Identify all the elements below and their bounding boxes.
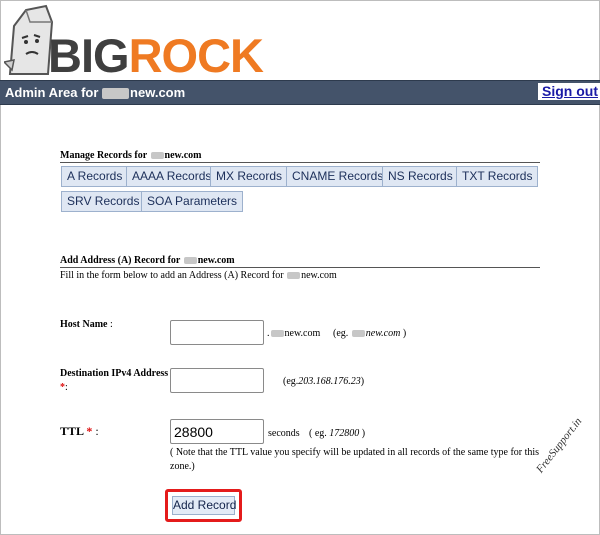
bigrock-logo[interactable]: BIGROCK: [4, 4, 264, 80]
destination-example: (eg.203.168.176.23): [283, 376, 365, 387]
admin-bar: Admin Area for new.com Sign out: [0, 80, 600, 105]
add-record-divider: [60, 267, 540, 268]
add-record-heading: Add Address (A) Record for new.com: [60, 255, 235, 266]
logo-wordmark: BIGROCK: [48, 29, 264, 82]
redacted-text: [351, 330, 365, 338]
host-name-example: (eg. new.com ): [333, 328, 407, 339]
redacted-text: [102, 88, 130, 100]
destination-label: Destination IPv4 Address: [60, 368, 169, 379]
redacted-text: [183, 257, 197, 265]
destination-required-mark: *:: [60, 382, 68, 393]
add-record-highlight: Add Record: [165, 489, 242, 522]
txt-records-button[interactable]: TXT Records: [456, 166, 539, 187]
ttl-example: ( eg. 172800 ): [309, 428, 366, 439]
manage-records-divider: [60, 162, 540, 163]
redacted-text: [287, 272, 301, 280]
redacted-text: [270, 330, 284, 338]
ttl-unit: seconds: [268, 428, 300, 439]
redacted-text: [150, 152, 164, 160]
soa-parameters-button[interactable]: SOA Parameters: [141, 191, 244, 212]
mx-records-button[interactable]: MX Records: [210, 166, 289, 187]
ns-records-button[interactable]: NS Records: [382, 166, 459, 187]
sign-out-link[interactable]: Sign out: [538, 83, 600, 100]
manage-records-heading: Manage Records for new.com: [60, 150, 202, 161]
cname-records-button[interactable]: CNAME Records: [286, 166, 390, 187]
srv-records-button[interactable]: SRV Records: [61, 191, 146, 212]
ttl-input[interactable]: [170, 419, 264, 444]
host-name-label: Host Name :: [60, 319, 113, 330]
host-name-input[interactable]: [170, 320, 264, 345]
host-name-suffix: . new.com: [267, 328, 321, 339]
destination-ip-input[interactable]: [170, 368, 264, 393]
ttl-label: TTL * :: [60, 424, 99, 438]
add-record-description: Fill in the form below to add an Address…: [60, 270, 337, 281]
ttl-note: ( Note that the TTL value you specify wi…: [170, 447, 540, 472]
admin-area-title: Admin Area for new.com: [5, 85, 186, 100]
a-records-button[interactable]: A Records: [61, 166, 129, 187]
aaaa-records-button[interactable]: AAAA Records: [126, 166, 218, 187]
add-record-button[interactable]: Add Record: [172, 496, 236, 515]
